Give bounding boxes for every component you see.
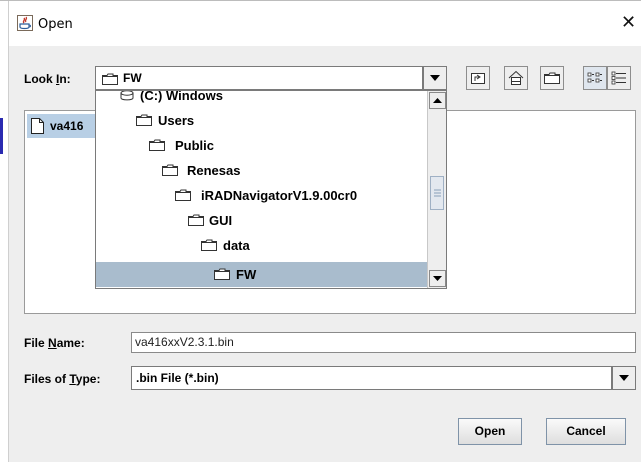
- folder-icon: [188, 214, 204, 226]
- folder-icon: [102, 73, 118, 85]
- up-one-level-button[interactable]: [466, 66, 490, 90]
- drive-icon: [120, 91, 134, 101]
- look-in-label: Look In:: [24, 72, 71, 86]
- up-folder-icon: [471, 73, 485, 84]
- file-type-label: Files of Type:: [24, 372, 101, 386]
- details-view-icon: [611, 71, 626, 85]
- look-in-value: FW: [123, 71, 142, 85]
- list-view-icon: [587, 72, 602, 83]
- details-view-button[interactable]: [607, 66, 631, 90]
- folder-icon: [149, 139, 165, 151]
- look-in-dropdown-button[interactable]: [423, 66, 447, 90]
- open-button[interactable]: Open: [458, 418, 522, 445]
- folder-icon: [162, 164, 178, 176]
- close-icon[interactable]: ✕: [621, 13, 636, 33]
- folder-icon: [201, 239, 217, 251]
- home-icon: [508, 70, 524, 85]
- grip-icon: [434, 189, 441, 197]
- chevron-up-icon: [433, 98, 442, 103]
- list-view-button[interactable]: [583, 66, 607, 90]
- folder-icon: [214, 268, 230, 280]
- chevron-down-icon: [619, 375, 629, 381]
- chevron-down-icon: [433, 276, 442, 281]
- title-bar: [9, 1, 641, 46]
- folder-icon: [175, 189, 191, 201]
- file-type-dropdown-button[interactable]: [612, 366, 636, 390]
- dropdown-selection-highlight: [96, 262, 427, 287]
- java-app-icon: [17, 15, 33, 34]
- window-title: Open: [38, 17, 73, 32]
- chevron-down-icon: [430, 75, 440, 81]
- scroll-down-button[interactable]: [429, 270, 446, 287]
- look-in-combo[interactable]: FW: [95, 66, 423, 90]
- dropdown-scrollbar[interactable]: [427, 91, 446, 288]
- look-in-dropdown-list[interactable]: (C:) Windows Users Public Renesas iRADNa…: [95, 90, 447, 289]
- background-edge: [0, 118, 3, 154]
- file-name-input[interactable]: va416xxV2.3.1.bin: [131, 332, 636, 353]
- scroll-up-button[interactable]: [429, 92, 446, 109]
- cancel-button[interactable]: Cancel: [546, 418, 626, 445]
- file-icon: [31, 118, 44, 134]
- create-new-folder-button[interactable]: [540, 66, 564, 90]
- file-list-item-label: va416: [50, 119, 84, 133]
- file-name-label: File Name:: [24, 336, 85, 350]
- new-folder-icon: [544, 72, 560, 84]
- scroll-thumb[interactable]: [430, 176, 444, 210]
- file-type-combo[interactable]: .bin File (*.bin): [131, 366, 612, 390]
- folder-icon: [136, 114, 152, 126]
- home-button[interactable]: [504, 66, 528, 90]
